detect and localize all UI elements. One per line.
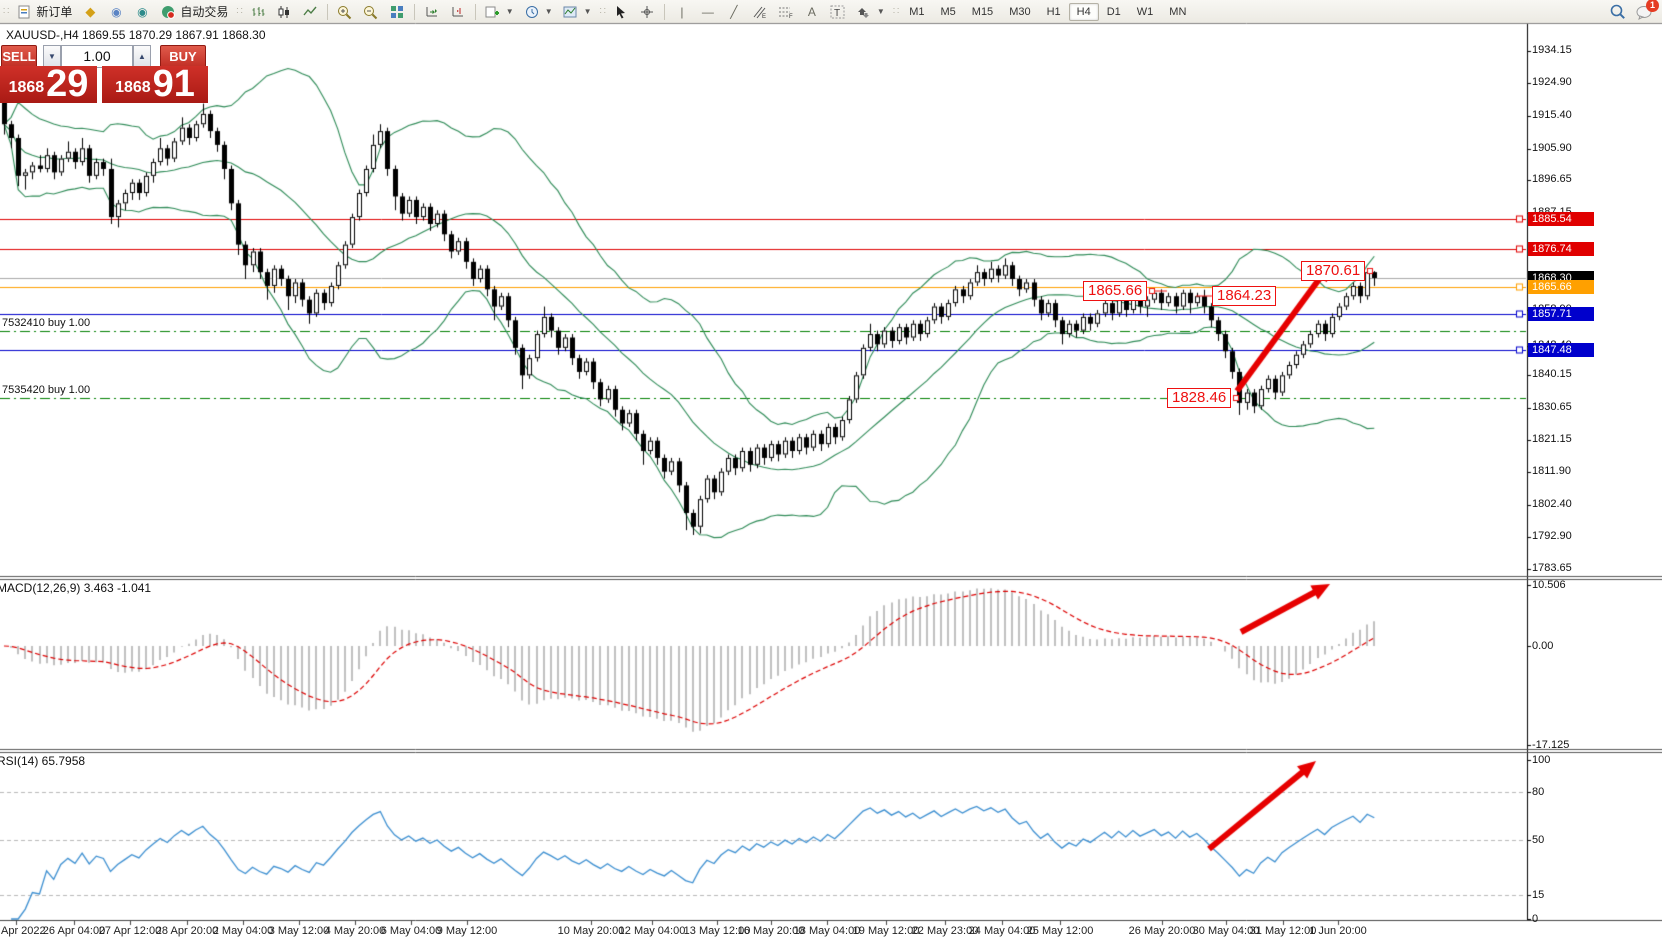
main-chart-canvas[interactable] [0, 0, 1662, 939]
time-axis-label: 12 May 04:00 [619, 925, 686, 937]
buy-price-display[interactable]: 1868 91 [102, 66, 208, 103]
rsi-axis-label: 80 [1532, 786, 1544, 798]
time-axis-label: 6 May 04:00 [381, 925, 442, 937]
price-axis-tick: 1811.90 [1532, 465, 1571, 477]
position-label: 7535420 buy 1.00 [2, 384, 90, 396]
time-axis-label: 26 May 20:00 [1129, 925, 1196, 937]
trading-terminal-window: ∷ 新订单 ◆ ◉ ◉ 自动交易 ∷ ▼ ▼ ▼ ∷ [0, 0, 1662, 939]
price-axis-tick: 1915.40 [1532, 109, 1572, 121]
sell-button[interactable]: SELL [1, 45, 37, 68]
one-click-trade-panel: SELL ▼ 1.00 ▲ BUY 1868 29 1868 91 [0, 44, 212, 104]
price-level-label: 1865.66 [1528, 280, 1594, 294]
buy-price-big: 91 [153, 68, 195, 100]
price-axis-tick: 1905.90 [1532, 142, 1572, 154]
time-axis-label: 31 May 12:00 [1250, 925, 1317, 937]
price-axis-tick: 1830.65 [1532, 401, 1572, 413]
price-callout[interactable]: 1828.46 [1167, 388, 1231, 408]
price-axis-tick: 1783.65 [1532, 562, 1572, 574]
price-callout[interactable]: 1865.66 [1083, 281, 1147, 301]
price-callout[interactable]: 1864.23 [1212, 286, 1276, 306]
time-axis-label: 2 May 04:00 [213, 925, 274, 937]
price-axis-tick: 1924.90 [1532, 76, 1572, 88]
time-axis-label: 28 Apr 20:00 [156, 925, 218, 937]
price-axis-tick: 1802.40 [1532, 498, 1572, 510]
buy-price-small: 1868 [115, 79, 151, 97]
price-axis-tick: 1934.15 [1532, 44, 1572, 56]
price-level-label: 1847.48 [1528, 343, 1594, 357]
time-axis-label: 4 May 20:00 [325, 925, 386, 937]
time-axis-label: 9 May 12:00 [437, 925, 498, 937]
macd-axis-label: 10.506 [1532, 579, 1566, 591]
sell-price-small: 1868 [9, 79, 45, 97]
time-axis-label: 19 May 12:00 [853, 925, 920, 937]
rsi-axis-label: 100 [1532, 754, 1550, 766]
rsi-axis-label: 15 [1532, 889, 1544, 901]
time-axis-label: 3 May 12:00 [269, 925, 330, 937]
price-level-label: 1857.71 [1528, 307, 1594, 321]
chart-title: XAUUSD-,H4 1869.55 1870.29 1867.91 1868.… [6, 28, 266, 42]
time-axis-label: 18 May 04:00 [794, 925, 861, 937]
rsi-label: RSI(14) 65.7958 [0, 754, 85, 768]
price-axis-tick: 1821.15 [1532, 433, 1572, 445]
price-level-label: 1885.54 [1528, 212, 1594, 226]
price-axis-tick: 1840.15 [1532, 368, 1572, 380]
time-axis-label: 27 Apr 12:00 [99, 925, 161, 937]
sell-price-display[interactable]: 1868 29 [0, 66, 97, 103]
price-axis-tick: 1896.65 [1532, 173, 1572, 185]
price-callout[interactable]: 1870.61 [1301, 261, 1365, 281]
macd-axis-label: 0.00 [1532, 640, 1553, 652]
price-axis-tick: 1792.90 [1532, 530, 1572, 542]
time-axis-label: 24 May 04:00 [969, 925, 1036, 937]
time-axis-label: 1 Jun 20:00 [1309, 925, 1367, 937]
position-label: 7532410 buy 1.00 [2, 317, 90, 329]
sell-price-big: 29 [46, 68, 88, 100]
time-axis-label: 10 May 20:00 [558, 925, 625, 937]
rsi-axis-label: 50 [1532, 834, 1544, 846]
rsi-axis-label: 0 [1532, 913, 1538, 925]
volume-up-button[interactable]: ▲ [133, 45, 151, 68]
macd-label: MACD(12,26,9) 3.463 -1.041 [0, 581, 151, 595]
macd-axis-label: -17.125 [1532, 739, 1569, 751]
time-axis-label: 25 Apr 2022 [0, 925, 46, 937]
price-level-label: 1876.74 [1528, 242, 1594, 256]
time-axis-label: 25 May 12:00 [1027, 925, 1094, 937]
time-axis-label: 26 Apr 04:00 [43, 925, 105, 937]
